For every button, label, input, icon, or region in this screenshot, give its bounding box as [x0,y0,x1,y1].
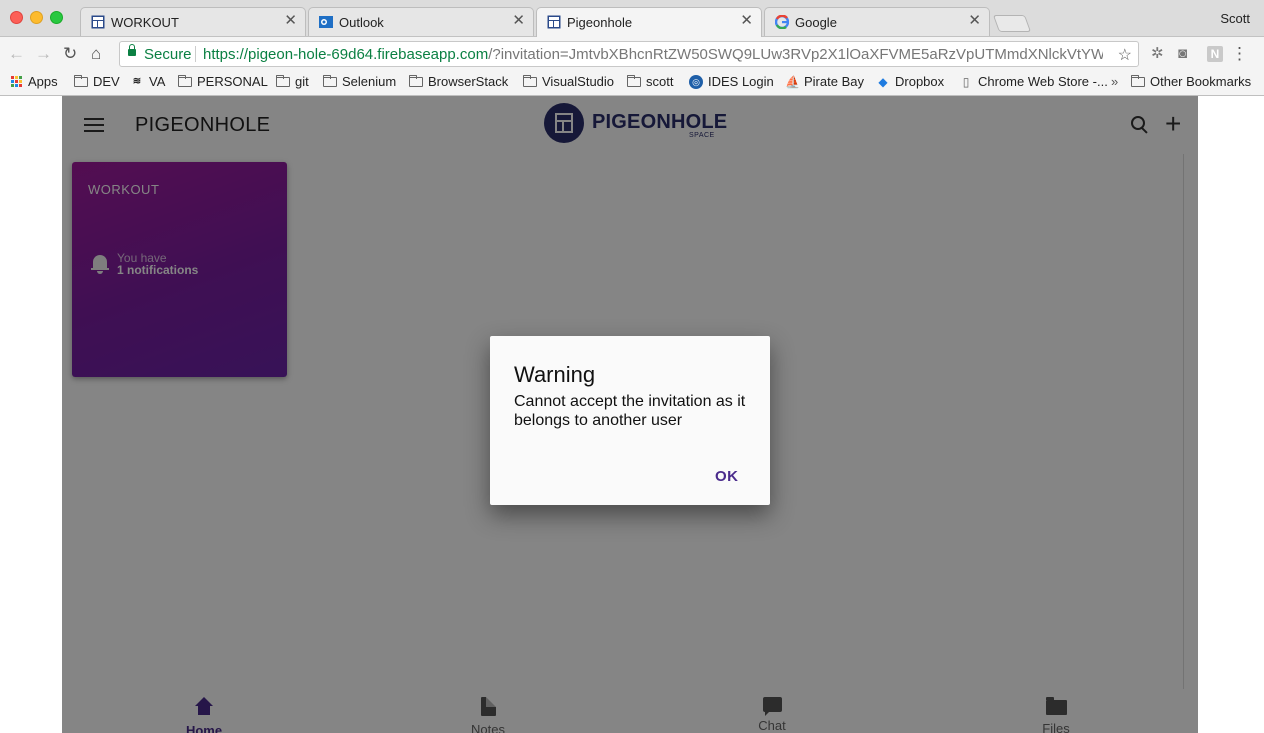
window-minimize-button[interactable] [30,11,43,24]
warning-dialog: Warning Cannot accept the invitation as … [490,336,770,505]
bookmark-star-icon[interactable]: ☆ [1118,45,1132,65]
app-viewport: PIGEONHOLE PIGEONHOLE SPACE + WORKOUT Yo… [62,96,1198,733]
pigeonhole-favicon-icon [91,15,105,29]
bookmark-dev[interactable]: DEV [74,74,120,89]
bookmark-personal[interactable]: PERSONAL [178,74,268,89]
bookmark-label: IDES Login [708,74,774,89]
bookmark-label: git [295,74,309,89]
new-tab-button[interactable] [992,15,1032,32]
apps-grid-icon [11,76,22,87]
bookmark-selenium[interactable]: Selenium [323,74,396,89]
bookmark-browserstack[interactable]: BrowserStack [409,74,508,89]
url-query: /?invitation=JmtvbXBhcnRtZW50SWQ9LUw3RVp… [488,46,1103,63]
browser-tab-pigeonhole[interactable]: Pigeonhole ✕ [536,7,762,37]
folder-icon [523,74,537,87]
browser-toolbar: ← → ↻ ⌂ Secure https://pigeon-hole-69d64… [0,37,1264,71]
bookmark-ides-login[interactable]: ◎ IDES Login [689,74,774,89]
bookmark-visualstudio[interactable]: VisualStudio [523,74,614,89]
extension-n-icon[interactable]: N [1207,46,1223,62]
reload-icon[interactable]: ↻ [63,45,77,63]
browser-tab-workout[interactable]: WORKOUT ✕ [80,7,306,36]
dialog-title: Warning [514,362,596,387]
bookmark-label: scott [646,74,674,89]
extension-bug-icon[interactable]: ✲ [1151,45,1164,63]
bookmark-label: Pirate Bay [804,74,864,89]
window-close-button[interactable] [10,11,23,24]
close-tab-icon[interactable]: ✕ [284,13,297,29]
bookmark-chrome-web-store[interactable]: ▯ Chrome Web Store -... [959,74,1108,89]
google-favicon-icon [774,14,790,30]
tab-label: Outlook [339,15,384,30]
url-text: https://pigeon-hole-69d64.firebaseapp.co… [203,46,1103,63]
bookmark-label: Chrome Web Store -... [978,74,1108,89]
profile-name[interactable]: Scott [1220,11,1250,26]
bookmarks-overflow-chevron-icon[interactable]: » [1111,74,1118,89]
close-tab-icon[interactable]: ✕ [968,13,981,29]
bookmark-label: Selenium [342,74,397,89]
bookmark-label: BrowserStack [428,74,509,89]
bookmark-label: VA [149,74,166,89]
ok-button[interactable]: OK [715,468,739,485]
pirate-ship-icon: ⛵ [785,74,800,89]
folder-icon [1131,74,1145,87]
bookmark-label: VisualStudio [542,74,615,89]
bookmark-dropbox[interactable]: ◆ Dropbox [876,74,944,89]
pigeonhole-favicon-icon [547,15,561,29]
omnibox-divider [195,46,196,62]
window-maximize-button[interactable] [50,11,63,24]
bookmark-label: Other Bookmarks [1150,74,1252,89]
tab-label: Pigeonhole [567,15,633,30]
forward-arrow-icon[interactable]: → [35,45,52,63]
folder-icon [627,74,641,87]
lock-icon [128,44,136,56]
bookmark-apps[interactable]: Apps [11,74,58,89]
tab-label: Google [795,15,837,30]
folder-icon [178,74,192,87]
close-tab-icon[interactable]: ✕ [512,13,525,29]
bookmark-label: Dropbox [895,74,945,89]
bookmark-other-bookmarks[interactable]: Other Bookmarks [1131,74,1251,89]
bookmark-label: Apps [28,74,58,89]
folder-icon [409,74,423,87]
close-tab-icon[interactable]: ✕ [740,13,753,29]
back-arrow-icon[interactable]: ← [8,45,25,63]
va-logo-icon: ≋ [132,75,142,87]
browser-tab-strip: WORKOUT ✕ Outlook ✕ Pigeonhole ✕ Google … [0,0,1264,37]
bookmark-label: PERSONAL [197,74,268,89]
camera-extension-icon[interactable]: ◙ [1178,45,1187,63]
browser-tab-google[interactable]: Google ✕ [764,7,990,36]
bookmark-va[interactable]: ≋ VA [130,74,166,89]
bookmark-git[interactable]: git [276,74,309,89]
bookmark-pirate-bay[interactable]: ⛵ Pirate Bay [785,74,864,89]
home-page-icon[interactable]: ⌂ [91,45,101,63]
dropbox-icon: ◆ [878,74,888,89]
address-bar[interactable]: Secure https://pigeon-hole-69d64.firebas… [119,41,1139,67]
page-icon: ▯ [962,74,970,89]
folder-icon [74,74,88,87]
folder-icon [276,74,290,87]
bookmarks-bar: Apps DEV ≋ VA PERSONAL git Selenium Brows… [0,71,1264,96]
folder-icon [323,74,337,87]
dialog-message: Cannot accept the invitation as it belon… [514,393,746,429]
browser-tab-outlook[interactable]: Outlook ✕ [308,7,534,36]
bookmark-label: DEV [93,74,120,89]
bookmark-scott[interactable]: scott [627,74,673,89]
tab-label: WORKOUT [111,15,179,30]
ides-globe-icon: ◎ [689,74,703,89]
browser-menu-icon[interactable]: ⋮ [1231,45,1248,63]
url-host: https://pigeon-hole-69d64.firebaseapp.co… [203,46,489,63]
secure-label: Secure [144,46,192,63]
outlook-favicon-icon [319,15,333,29]
